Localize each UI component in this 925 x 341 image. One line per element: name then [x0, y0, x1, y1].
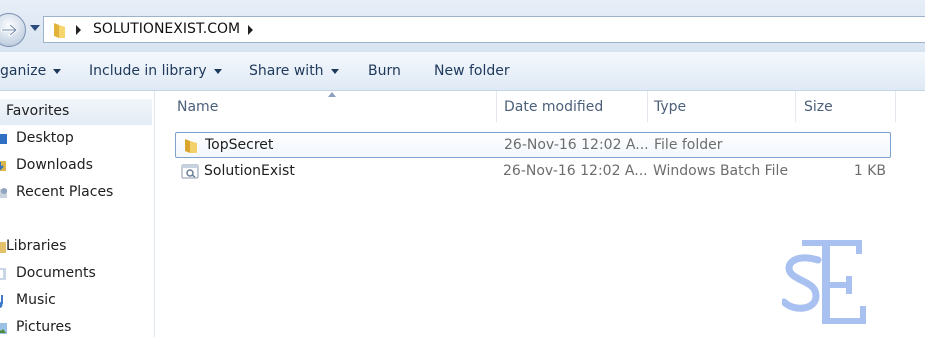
nav-libraries[interactable]: Libraries [0, 236, 152, 260]
music-icon [0, 295, 3, 308]
share-with-label: Share with [249, 63, 324, 79]
navigation-pane: Favorites Desktop Downloads Recent Place… [0, 91, 155, 337]
nav-desktop[interactable]: Desktop [0, 128, 152, 152]
forward-button[interactable] [0, 13, 26, 47]
column-header-name[interactable]: Name [177, 99, 218, 115]
column-divider[interactable] [647, 91, 648, 122]
nav-documents-label: Documents [16, 265, 96, 281]
nav-recent-places-label: Recent Places [16, 184, 114, 200]
include-in-library-button[interactable]: Include in library [89, 63, 222, 79]
column-header-type[interactable]: Type [654, 99, 686, 115]
nav-documents[interactable]: Documents [0, 263, 152, 287]
organize-button[interactable]: ganize [0, 63, 62, 79]
nav-favorites-label: Favorites [6, 103, 70, 119]
file-name: SolutionExist [204, 163, 295, 179]
documents-icon [0, 268, 6, 280]
nav-downloads[interactable]: Downloads [0, 155, 152, 179]
pictures-icon [0, 323, 7, 334]
folder-icon [185, 139, 197, 153]
dropdown-arrow-icon [330, 68, 339, 74]
file-row[interactable]: TopSecret 26-Nov-16 12:02 A... File fold… [175, 132, 891, 158]
file-type: Windows Batch File [653, 163, 789, 179]
nav-pictures[interactable]: Pictures [0, 317, 152, 341]
organize-label: ganize [0, 63, 47, 79]
dropdown-arrow-icon [213, 68, 222, 74]
file-date-modified: 26-Nov-16 12:02 A... [504, 137, 649, 153]
address-bar-area: SOLUTIONEXIST.COM [0, 0, 925, 52]
file-type: File folder [654, 137, 723, 153]
nav-recent-places[interactable]: Recent Places [0, 182, 152, 206]
forward-arrow-icon [1, 23, 19, 37]
desktop-icon [0, 134, 7, 144]
recent-pages-dropdown-icon[interactable] [30, 25, 40, 31]
nav-favorites[interactable]: Favorites [0, 101, 152, 125]
file-row[interactable]: SolutionExist 26-Nov-16 12:02 A... Windo… [175, 159, 891, 185]
command-bar: ganize Include in library Share with Bur… [0, 52, 925, 91]
dropdown-arrow-icon [53, 68, 62, 74]
new-folder-button[interactable]: New folder [434, 63, 510, 79]
folder-icon [54, 23, 65, 38]
downloads-icon [0, 161, 6, 171]
breadcrumb-folder[interactable]: SOLUTIONEXIST.COM [93, 21, 240, 37]
burn-button[interactable]: Burn [368, 63, 401, 79]
column-divider[interactable] [895, 91, 896, 122]
file-date-modified: 26-Nov-16 12:02 A... [503, 163, 648, 179]
file-name: TopSecret [205, 137, 274, 153]
breadcrumb-separator-icon[interactable] [76, 25, 81, 35]
breadcrumb-separator-icon[interactable] [248, 25, 253, 35]
column-header-size[interactable]: Size [804, 99, 833, 115]
column-header-date-modified[interactable]: Date modified [504, 99, 603, 115]
nav-pictures-label: Pictures [16, 319, 72, 335]
include-in-library-label: Include in library [89, 63, 207, 79]
file-size: 1 KB [853, 163, 886, 179]
sort-ascending-icon [328, 92, 336, 97]
address-field[interactable]: SOLUTIONEXIST.COM [43, 16, 925, 43]
batch-file-icon [181, 164, 199, 179]
share-with-button[interactable]: Share with [249, 63, 339, 79]
nav-music-label: Music [16, 292, 56, 308]
nav-downloads-label: Downloads [16, 157, 93, 173]
nav-desktop-label: Desktop [16, 130, 74, 146]
column-divider[interactable] [496, 91, 497, 122]
column-headers: Name Date modified Type Size [155, 91, 925, 122]
watermark-logo [782, 240, 866, 324]
nav-libraries-label: Libraries [6, 238, 67, 254]
column-divider[interactable] [795, 91, 796, 122]
nav-music[interactable]: Music [0, 290, 152, 314]
recent-places-icon [0, 188, 7, 198]
